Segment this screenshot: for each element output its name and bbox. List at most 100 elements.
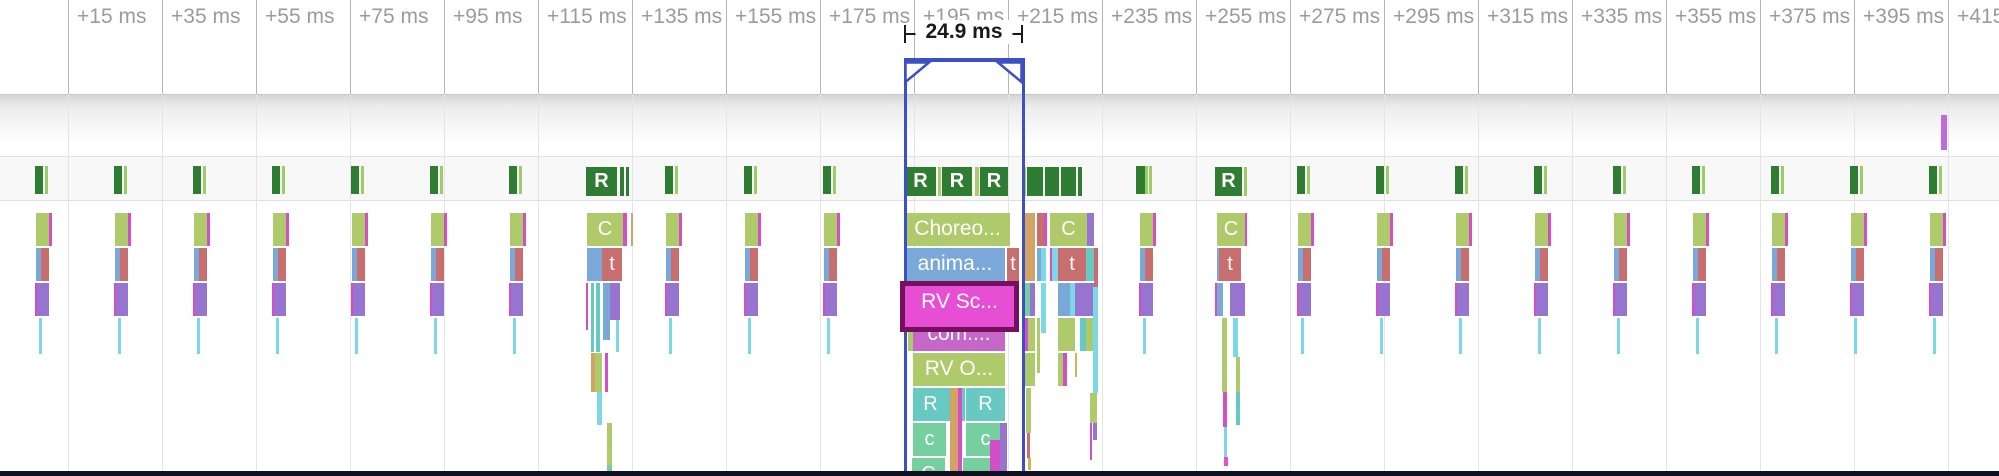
- flame-event[interactable]: [39, 318, 42, 354]
- flame-event[interactable]: [1377, 213, 1390, 246]
- flame-event[interactable]: [1000, 423, 1007, 471]
- flame-event[interactable]: [1233, 318, 1238, 357]
- flame-event[interactable]: [120, 248, 128, 281]
- frame-badge[interactable]: [1045, 167, 1059, 196]
- flame-event[interactable]: t: [602, 248, 622, 281]
- flame-event[interactable]: [591, 283, 594, 352]
- flame-event[interactable]: [586, 283, 588, 330]
- flame-event[interactable]: [1854, 318, 1857, 354]
- flame-event[interactable]: [1086, 248, 1094, 281]
- frame-badge[interactable]: [1850, 166, 1858, 194]
- flame-event[interactable]: [1086, 318, 1093, 351]
- flame-event[interactable]: [195, 283, 207, 316]
- frame-badge[interactable]: [1149, 166, 1152, 194]
- flame-event[interactable]: [610, 283, 620, 320]
- flame-event[interactable]: [1693, 213, 1706, 246]
- flame-event[interactable]: [1538, 318, 1541, 354]
- flame-event[interactable]: [1856, 248, 1864, 281]
- flame-event[interactable]: [1298, 213, 1311, 246]
- flame-event[interactable]: [431, 213, 444, 246]
- selected-flame-event[interactable]: RV Sc...: [900, 281, 1019, 332]
- flame-event[interactable]: [1236, 357, 1240, 392]
- flame-event[interactable]: R: [966, 388, 1005, 421]
- flame-event[interactable]: [1301, 318, 1304, 354]
- flame-event[interactable]: [679, 213, 682, 246]
- frame-badge[interactable]: [975, 167, 979, 196]
- selection-right-edge[interactable]: [1022, 58, 1025, 471]
- flame-event[interactable]: [963, 458, 993, 471]
- flame-event[interactable]: [1303, 248, 1311, 281]
- flame-event[interactable]: [1143, 318, 1146, 354]
- flame-event[interactable]: [1540, 248, 1548, 281]
- flame-event[interactable]: anima...: [905, 248, 1005, 281]
- flame-event[interactable]: [1236, 392, 1240, 425]
- flame-event[interactable]: [1075, 353, 1077, 377]
- flame-event[interactable]: [1299, 283, 1311, 316]
- flame-event[interactable]: [1153, 213, 1156, 246]
- frame-badge[interactable]: [114, 166, 122, 194]
- flame-event[interactable]: [603, 283, 610, 340]
- flame-event[interactable]: [523, 213, 526, 246]
- flame-event[interactable]: [1931, 283, 1943, 316]
- flame-event[interactable]: [1614, 213, 1627, 246]
- flame-event[interactable]: [278, 248, 286, 281]
- flame-event[interactable]: [357, 248, 365, 281]
- flame-event[interactable]: [116, 283, 128, 316]
- flame-event[interactable]: [1222, 318, 1227, 392]
- flame-event[interactable]: [1773, 283, 1785, 316]
- flame-event[interactable]: [1141, 283, 1153, 316]
- flame-event[interactable]: [671, 248, 679, 281]
- flame-event[interactable]: [1935, 248, 1943, 281]
- flame-event[interactable]: [1224, 427, 1227, 457]
- flame-event[interactable]: C: [912, 458, 945, 471]
- flame-event[interactable]: [1694, 283, 1706, 316]
- flame-event[interactable]: [207, 213, 210, 246]
- frame-badge[interactable]: [1613, 166, 1621, 194]
- flame-event[interactable]: [1230, 283, 1245, 316]
- flame-event[interactable]: [1775, 318, 1778, 354]
- flame-event[interactable]: [669, 318, 672, 354]
- flame-event[interactable]: [1772, 213, 1785, 246]
- flame-event[interactable]: [1041, 248, 1046, 281]
- flame-event[interactable]: t: [1007, 248, 1019, 281]
- flame-event[interactable]: [352, 213, 365, 246]
- frame-badge[interactable]: [744, 166, 752, 194]
- flame-event[interactable]: [1864, 213, 1867, 246]
- flame-event[interactable]: [746, 283, 758, 316]
- flame-event[interactable]: [950, 388, 958, 471]
- flame-event[interactable]: [1093, 423, 1097, 440]
- frame-badge[interactable]: [1307, 166, 1310, 194]
- flame-event[interactable]: C: [587, 213, 623, 246]
- flame-event[interactable]: [605, 353, 608, 392]
- flame-event[interactable]: RV O...: [913, 353, 1005, 386]
- selection-right-handle-icon[interactable]: [995, 61, 1023, 85]
- flame-event[interactable]: [1390, 213, 1393, 246]
- flame-event[interactable]: [1245, 213, 1247, 246]
- flame-event[interactable]: [1145, 248, 1153, 281]
- flame-event[interactable]: [1943, 213, 1946, 246]
- flame-event[interactable]: [355, 318, 358, 354]
- flame-event[interactable]: [1037, 318, 1040, 373]
- flame-event[interactable]: [607, 423, 612, 465]
- flame-event[interactable]: [596, 283, 600, 352]
- frame-badge[interactable]: [430, 166, 438, 194]
- flame-event[interactable]: [1093, 287, 1098, 393]
- flame-event[interactable]: [1382, 248, 1390, 281]
- frame-badge[interactable]: [509, 166, 517, 194]
- frame-badge[interactable]: [1455, 166, 1463, 194]
- flame-event[interactable]: [436, 248, 444, 281]
- frame-badge[interactable]: R: [586, 167, 617, 196]
- flame-event[interactable]: [1087, 213, 1094, 246]
- frame-badge[interactable]: [124, 166, 127, 194]
- flame-event[interactable]: [1536, 283, 1548, 316]
- frame-badge[interactable]: [1692, 166, 1700, 194]
- flame-event[interactable]: [37, 283, 49, 316]
- flame-event[interactable]: [587, 248, 602, 281]
- flame-event[interactable]: [41, 248, 49, 281]
- flame-event[interactable]: [1469, 213, 1472, 246]
- frame-badge[interactable]: [1860, 166, 1863, 194]
- flame-event[interactable]: [958, 388, 962, 471]
- flame-event[interactable]: [286, 213, 289, 246]
- flame-event[interactable]: C: [1217, 213, 1245, 246]
- frame-badge[interactable]: [833, 166, 836, 194]
